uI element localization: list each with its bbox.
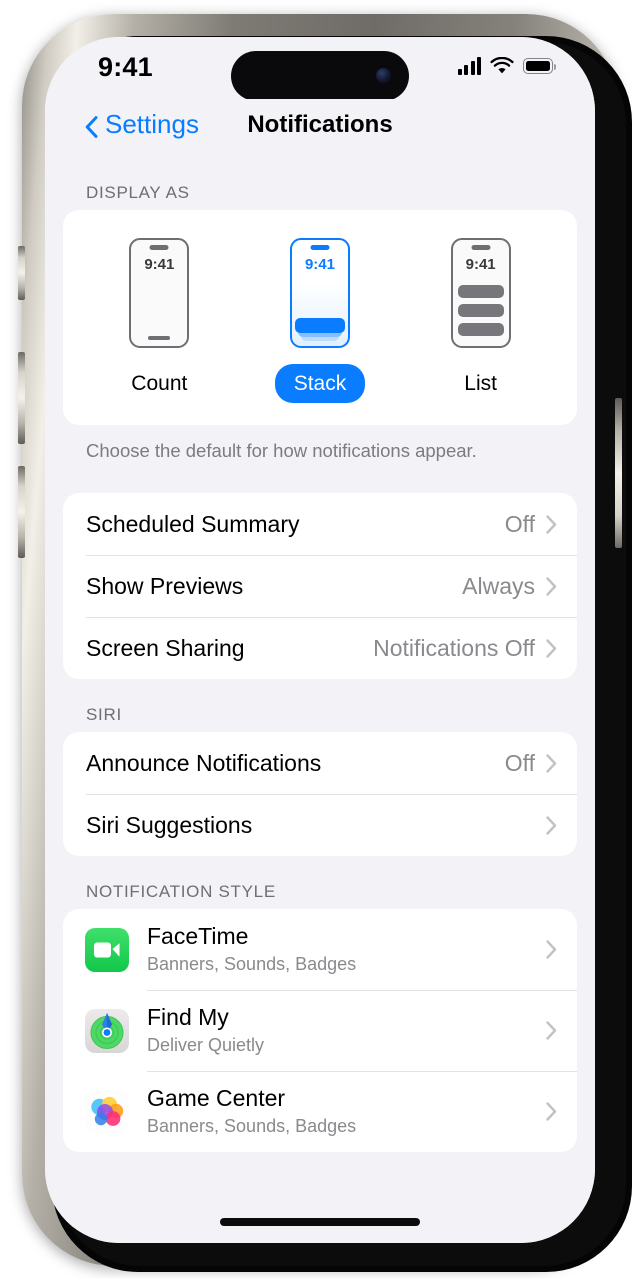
preview-stacked-notifications [292, 311, 348, 341]
settings-scroll-content[interactable]: DISPLAY AS 9:41 Count 9:41 Stack 9:41 Li… [45, 157, 595, 1243]
notification-style-section-header: NOTIFICATION STYLE [86, 882, 276, 902]
row-screen-sharing[interactable]: Screen Sharing Notifications Off [63, 617, 577, 679]
preview-clock: 9:41 [465, 256, 496, 273]
page-title: Notifications [247, 111, 393, 138]
preview-notch [471, 244, 491, 250]
display-option-stack[interactable]: 9:41 Stack [260, 238, 380, 403]
siri-settings-card: Announce Notifications Off Siri Suggesti… [63, 732, 577, 857]
app-detail: Banners, Sounds, Badges [147, 954, 357, 975]
app-text-block: Find My Deliver Quietly [147, 1004, 546, 1056]
row-label: Announce Notifications [86, 749, 322, 776]
app-name: Game Center [147, 1085, 286, 1112]
chevron-right-icon [546, 753, 557, 773]
row-siri-suggestions[interactable]: Siri Suggestions [63, 794, 577, 856]
stack-preview-phone: 9:41 [289, 238, 350, 348]
battery-icon [523, 58, 556, 74]
preview-clock: 9:41 [144, 256, 175, 273]
status-bar-clock: 9:41 [98, 52, 153, 82]
preview-listed-notifications [457, 285, 504, 336]
siri-section-header: SIRI [86, 705, 122, 725]
general-settings-card: Scheduled Summary Off Show Previews Alwa… [63, 493, 577, 680]
volume-up-button[interactable] [18, 352, 25, 444]
count-preview-phone: 9:41 [129, 238, 190, 348]
app-detail: Deliver Quietly [147, 1035, 265, 1056]
display-as-section-header: DISPLAY AS [86, 183, 190, 202]
app-text-block: FaceTime Banners, Sounds, Badges [147, 923, 546, 975]
chevron-right-icon [546, 940, 557, 959]
app-row-game-center[interactable]: Game Center Banners, Sounds, Badges [63, 1071, 577, 1152]
navigation-bar: Settings Notifications [45, 99, 595, 157]
display-option-label-list: List [464, 372, 497, 395]
status-bar: 9:41 [45, 37, 595, 101]
iphone-screen: 9:41 Settings Notifications DISPLAY AS 9… [45, 37, 595, 1243]
display-as-card: 9:41 Count 9:41 Stack 9:41 List [63, 210, 577, 425]
row-announce-notifications[interactable]: Announce Notifications Off [63, 732, 577, 794]
display-option-label-stack: Stack [274, 364, 366, 403]
chevron-right-icon [546, 638, 557, 658]
display-as-options: 9:41 Count 9:41 Stack 9:41 List [63, 210, 577, 425]
chevron-right-icon [546, 1102, 557, 1121]
app-row-facetime[interactable]: FaceTime Banners, Sounds, Badges [63, 909, 577, 990]
display-option-label-count: Count [131, 372, 188, 395]
action-button[interactable] [18, 246, 25, 300]
app-text-block: Game Center Banners, Sounds, Badges [147, 1085, 546, 1137]
chevron-right-icon [546, 576, 557, 596]
row-label: Screen Sharing [86, 634, 245, 661]
row-show-previews[interactable]: Show Previews Always [63, 555, 577, 617]
row-label: Scheduled Summary [86, 510, 300, 537]
row-label: Show Previews [86, 572, 244, 599]
findmy-icon [85, 1008, 129, 1053]
chevron-right-icon [546, 514, 557, 534]
preview-clock: 9:41 [304, 256, 335, 273]
preview-notch [310, 244, 330, 250]
row-value: Notifications Off [373, 634, 535, 661]
app-detail: Banners, Sounds, Badges [147, 1116, 357, 1137]
preview-home-indicator [148, 335, 171, 340]
chevron-right-icon [546, 815, 557, 835]
list-preview-phone: 9:41 [450, 238, 511, 348]
facetime-icon [85, 927, 129, 972]
display-as-footer-text: Choose the default for how notifications… [86, 440, 477, 461]
gamecenter-icon [85, 1089, 129, 1134]
app-name: Find My [147, 1004, 229, 1031]
preview-notch [149, 244, 169, 250]
chevron-right-icon [546, 1021, 557, 1040]
status-bar-indicators [457, 56, 556, 75]
home-indicator[interactable] [220, 1218, 420, 1226]
row-scheduled-summary[interactable]: Scheduled Summary Off [63, 493, 577, 555]
wifi-icon [490, 56, 514, 75]
dynamic-island [231, 51, 409, 101]
row-value: Always [462, 572, 535, 599]
display-option-list[interactable]: 9:41 List [421, 238, 541, 403]
volume-down-button[interactable] [18, 466, 25, 558]
notification-style-card: FaceTime Banners, Sounds, Badges Find My… [63, 909, 577, 1153]
row-value: Off [504, 749, 535, 776]
app-name: FaceTime [147, 923, 249, 950]
cellular-signal-icon [457, 57, 481, 75]
row-value: Off [504, 510, 535, 537]
row-label: Siri Suggestions [86, 811, 253, 838]
screenshot-stage: 9:41 Settings Notifications DISPLAY AS 9… [0, 0, 640, 1278]
power-button[interactable] [615, 398, 622, 548]
app-row-find-my[interactable]: Find My Deliver Quietly [63, 990, 577, 1071]
display-option-count[interactable]: 9:41 Count [99, 238, 219, 403]
